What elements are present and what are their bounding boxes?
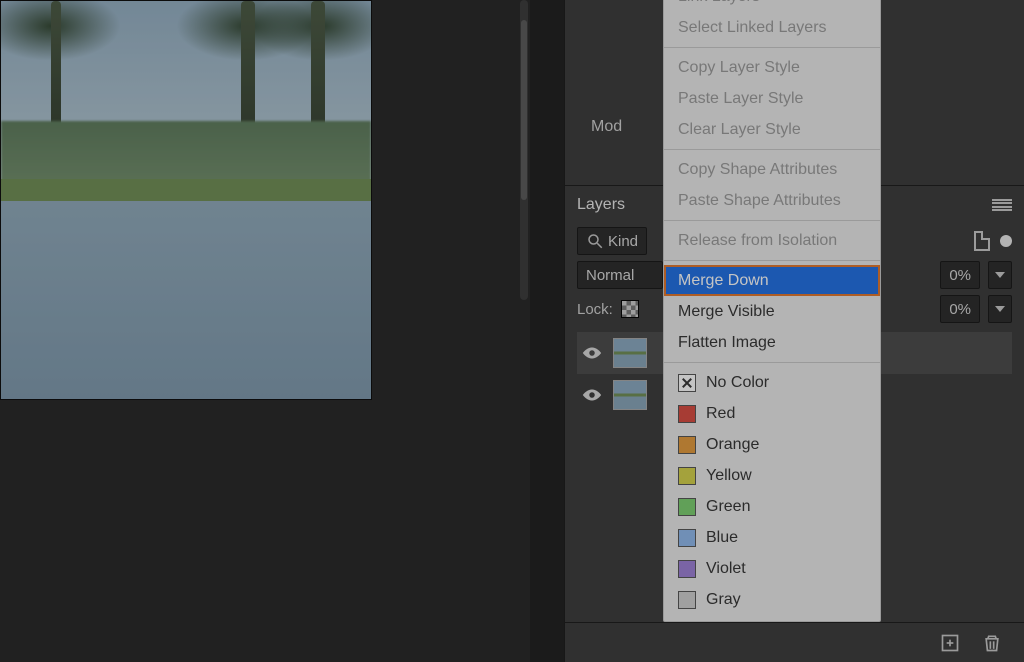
fill-value-text: 0%: [949, 301, 971, 318]
document-image[interactable]: [0, 0, 372, 400]
blend-mode-select[interactable]: Normal: [577, 261, 663, 289]
trash-icon[interactable]: [982, 633, 1002, 653]
layer-thumbnail[interactable]: [613, 338, 647, 368]
color-label: Violet: [706, 560, 746, 578]
menu-item-merge-down[interactable]: Merge Down: [664, 265, 880, 296]
menu-separator: [664, 47, 880, 48]
color-label: Red: [706, 405, 735, 423]
blend-mode-value: Normal: [586, 267, 634, 284]
fill-value[interactable]: 0%: [940, 295, 980, 323]
menu-color-green[interactable]: Green: [664, 491, 880, 522]
new-layer-icon[interactable]: [940, 633, 960, 653]
color-swatch: [678, 591, 696, 609]
layer-context-menu[interactable]: Link LayersSelect Linked Layers Copy Laye…: [663, 0, 881, 622]
eye-icon: [581, 345, 603, 361]
visibility-toggle[interactable]: [581, 387, 603, 403]
color-swatch: [678, 529, 696, 547]
layer-thumbnail[interactable]: [613, 380, 647, 410]
properties-mode-label: Mod: [591, 118, 622, 135]
menu-item-flatten-image[interactable]: Flatten Image: [664, 327, 880, 358]
layer-filter-label: Kind: [608, 233, 638, 250]
chevron-down-icon: [995, 272, 1005, 278]
layers-panel-title: Layers: [577, 196, 625, 214]
color-swatch: [678, 374, 696, 392]
panel-menu-icon[interactable]: [992, 199, 1012, 211]
lock-transparency-icon[interactable]: [621, 300, 639, 318]
menu-color-yellow[interactable]: Yellow: [664, 460, 880, 491]
layers-panel-footer: [564, 622, 1024, 662]
canvas-scrollbar[interactable]: [520, 0, 528, 300]
menu-color-no-color[interactable]: No Color: [664, 367, 880, 398]
document-icon[interactable]: [974, 231, 990, 251]
search-icon: [586, 232, 604, 250]
menu-item-release-from-isolation: Release from Isolation: [664, 225, 880, 256]
menu-item-paste-shape-attributes: Paste Shape Attributes: [664, 185, 880, 216]
eye-icon: [581, 387, 603, 403]
color-label: Gray: [706, 591, 741, 609]
menu-item-paste-layer-style: Paste Layer Style: [664, 83, 880, 114]
menu-color-violet[interactable]: Violet: [664, 553, 880, 584]
menu-color-red[interactable]: Red: [664, 398, 880, 429]
opacity-value-text: 0%: [949, 267, 971, 284]
lock-label: Lock:: [577, 301, 613, 318]
menu-item-copy-layer-style: Copy Layer Style: [664, 52, 880, 83]
menu-color-blue[interactable]: Blue: [664, 522, 880, 553]
menu-item-select-linked-layers: Select Linked Layers: [664, 12, 880, 43]
color-label: Green: [706, 498, 750, 516]
menu-item-link-layers: Link Layers: [664, 0, 880, 12]
menu-item-clear-layer-style: Clear Layer Style: [664, 114, 880, 145]
menu-separator: [664, 220, 880, 221]
color-swatch: [678, 560, 696, 578]
visibility-toggle[interactable]: [581, 345, 603, 361]
color-swatch: [678, 405, 696, 423]
fill-dropdown[interactable]: [988, 295, 1012, 323]
opacity-dropdown[interactable]: [988, 261, 1012, 289]
menu-color-orange[interactable]: Orange: [664, 429, 880, 460]
color-swatch: [678, 436, 696, 454]
layer-filter-kind[interactable]: Kind: [577, 227, 647, 255]
menu-color-gray[interactable]: Gray: [664, 584, 880, 615]
color-label: Yellow: [706, 467, 752, 485]
color-swatch: [678, 467, 696, 485]
chevron-down-icon: [995, 306, 1005, 312]
menu-item-merge-visible[interactable]: Merge Visible: [664, 296, 880, 327]
color-label: Orange: [706, 436, 759, 454]
color-label: Blue: [706, 529, 738, 547]
color-label: No Color: [706, 374, 769, 392]
color-swatch: [678, 498, 696, 516]
menu-separator: [664, 362, 880, 363]
filter-toggle-icon[interactable]: [1000, 235, 1012, 247]
opacity-value[interactable]: 0%: [940, 261, 980, 289]
menu-item-copy-shape-attributes: Copy Shape Attributes: [664, 154, 880, 185]
canvas-area: [0, 0, 530, 662]
menu-separator: [664, 260, 880, 261]
menu-separator: [664, 149, 880, 150]
